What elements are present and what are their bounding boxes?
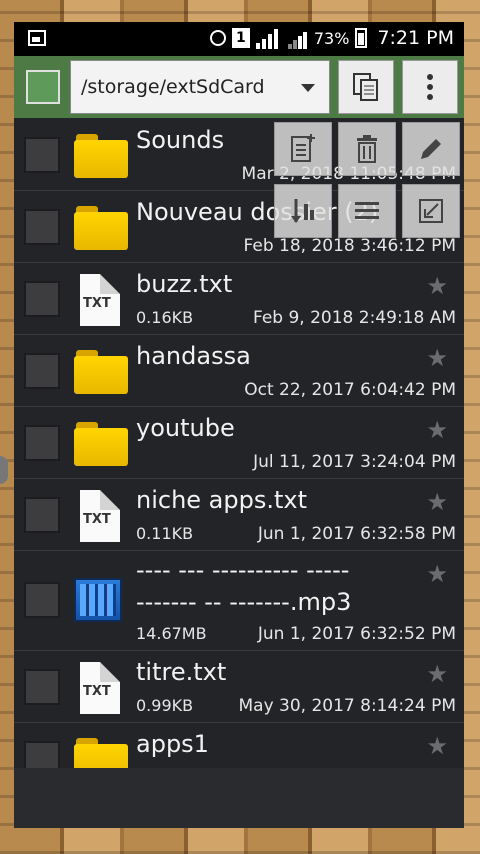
collapse-button[interactable] <box>402 184 460 238</box>
view-mode-button[interactable] <box>338 184 396 238</box>
path-dropdown[interactable]: /storage/extSdCard <box>70 60 330 114</box>
current-path: /storage/extSdCard <box>81 76 265 98</box>
battery-percent: 73% <box>313 28 350 48</box>
more-vert-icon <box>427 74 433 100</box>
item-checkbox[interactable] <box>24 281 60 317</box>
item-checkbox[interactable] <box>24 425 60 461</box>
minimize-icon <box>419 199 443 223</box>
txt-file-icon: TXT <box>74 490 128 542</box>
item-checkbox[interactable] <box>24 582 60 618</box>
copy-button[interactable] <box>338 60 394 114</box>
file-date: May 30, 2017 8:14:24 PM <box>238 696 456 716</box>
chevron-down-icon <box>301 84 315 92</box>
alarm-icon <box>209 30 226 46</box>
list-view-icon <box>355 202 379 219</box>
star-icon[interactable]: ★ <box>426 272 448 300</box>
drawer-handle[interactable] <box>0 456 8 484</box>
signal-icon-2 <box>287 27 308 49</box>
list-item[interactable]: ---- --- ---------- ----- ------- -- ---… <box>14 550 464 651</box>
sort-button[interactable] <box>274 184 332 238</box>
copy-icon <box>353 73 378 101</box>
pencil-icon <box>421 139 441 159</box>
toolbar: /storage/extSdCard <box>14 56 464 118</box>
audio-file-icon <box>74 574 128 624</box>
trash-icon <box>357 135 377 163</box>
item-checkbox[interactable] <box>24 497 60 533</box>
star-icon[interactable]: ★ <box>426 344 448 372</box>
list-item[interactable]: youtube Jul 11, 2017 3:24:04 PM ★ <box>14 406 464 479</box>
file-date: Feb 9, 2018 2:49:18 AM <box>252 308 456 328</box>
file-date: Oct 22, 2017 6:04:42 PM <box>244 380 456 400</box>
quick-action-menu <box>262 122 460 242</box>
file-name: youtube <box>136 414 235 442</box>
item-checkbox[interactable] <box>24 137 60 173</box>
signal-icon <box>255 27 282 49</box>
battery-icon <box>355 28 368 48</box>
txt-file-icon: TXT <box>74 274 128 326</box>
new-file-button[interactable] <box>274 122 332 176</box>
file-date: Jun 1, 2017 6:32:58 PM <box>257 524 456 544</box>
list-item[interactable]: TXT buzz.txt 0.16KB Feb 9, 2018 2:49:18 … <box>14 262 464 335</box>
item-checkbox[interactable] <box>24 741 60 768</box>
folder-icon <box>74 734 128 768</box>
new-file-icon <box>291 134 315 162</box>
list-item[interactable]: TXT niche apps.txt 0.11KB Jun 1, 2017 6:… <box>14 478 464 551</box>
star-icon[interactable]: ★ <box>426 732 448 760</box>
star-icon[interactable]: ★ <box>426 488 448 516</box>
sim-indicator: 1 <box>231 28 250 48</box>
txt-file-icon: TXT <box>74 662 128 714</box>
file-size: 0.11KB <box>136 524 194 543</box>
item-checkbox[interactable] <box>24 353 60 389</box>
list-item[interactable]: TXT titre.txt 0.99KB May 30, 2017 8:14:2… <box>14 650 464 723</box>
file-name-line-2: ------- -- -------.mp3 <box>136 588 352 616</box>
rename-button[interactable] <box>402 122 460 176</box>
file-name: handassa <box>136 342 251 370</box>
item-checkbox[interactable] <box>24 209 60 245</box>
clock: 7:21 PM <box>377 27 454 49</box>
star-icon[interactable]: ★ <box>426 660 448 688</box>
select-all-checkbox[interactable] <box>26 70 60 104</box>
folder-icon <box>74 130 128 180</box>
more-options-button[interactable] <box>402 60 458 114</box>
item-checkbox[interactable] <box>24 669 60 705</box>
bottom-panel <box>14 768 464 828</box>
status-bar: 1 73% 7:21 PM <box>14 22 464 56</box>
file-date: Jul 11, 2017 3:24:04 PM <box>253 452 456 472</box>
star-icon[interactable]: ★ <box>426 416 448 444</box>
folder-icon <box>74 346 128 396</box>
file-name: titre.txt <box>136 658 227 686</box>
file-size: 14.67MB <box>136 624 207 643</box>
sort-icon <box>291 199 314 223</box>
list-item[interactable]: handassa Oct 22, 2017 6:04:42 PM ★ <box>14 334 464 407</box>
folder-icon <box>74 202 128 252</box>
file-date: Jun 1, 2017 6:32:52 PM <box>257 624 456 644</box>
folder-icon <box>74 418 128 468</box>
star-icon[interactable]: ★ <box>426 560 448 588</box>
file-name-line-1: ---- --- ---------- ----- <box>136 556 350 584</box>
file-name: Sounds <box>136 126 225 154</box>
file-size: 0.99KB <box>136 696 194 715</box>
file-name: niche apps.txt <box>136 486 308 514</box>
delete-button[interactable] <box>338 122 396 176</box>
phone-screen: 1 73% 7:21 PM /storage/extSdCard Sounds … <box>14 22 464 828</box>
file-name: buzz.txt <box>136 270 233 298</box>
list-item[interactable]: apps1 ★ <box>14 722 464 768</box>
file-size: 0.16KB <box>136 308 194 327</box>
gallery-notification-icon <box>28 30 46 46</box>
file-name: apps1 <box>136 730 209 758</box>
